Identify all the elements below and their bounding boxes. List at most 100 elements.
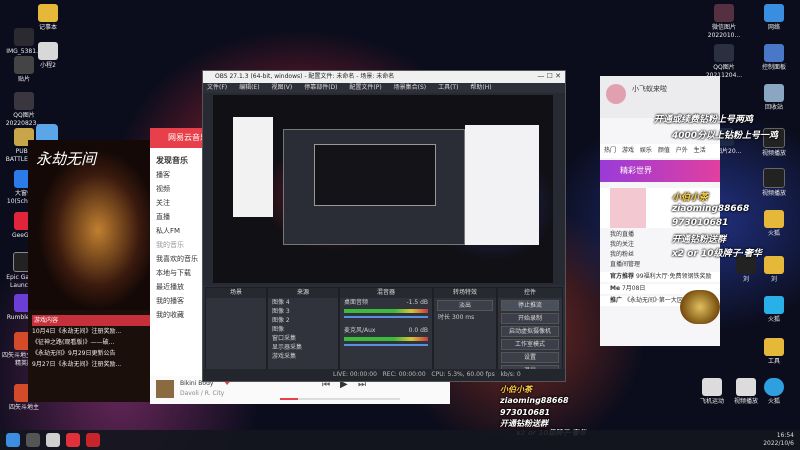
close-icon[interactable]: ✕ bbox=[555, 72, 561, 80]
app-taskbar-icon[interactable] bbox=[86, 433, 100, 447]
netease-music-icon[interactable] bbox=[66, 433, 80, 447]
desktop-icon-qq-img2[interactable]: QQ图片20211204... bbox=[702, 44, 746, 80]
song-artist: Davoli / R. City bbox=[180, 390, 225, 397]
status-kbps: kb/s: 0 bbox=[500, 371, 521, 378]
menu-file[interactable]: 文件(F) bbox=[207, 84, 227, 91]
duration-label: 时长 bbox=[438, 314, 451, 321]
sources-dock: 来源 图像 4 图像 3 图像 2 图像 窗口采集 显示器采集 游戏采集 bbox=[267, 287, 339, 371]
tab-life[interactable]: 生活 bbox=[694, 147, 706, 154]
source-item[interactable]: 图像 4 bbox=[268, 298, 338, 307]
stop-streaming-button[interactable]: 停止推流 bbox=[501, 300, 559, 311]
desktop-icon-tools[interactable]: 工具 bbox=[752, 338, 796, 366]
news-item[interactable]: 9月27日《永劫无间》注册奖励... bbox=[32, 359, 150, 370]
settings-button[interactable]: 设置 bbox=[501, 352, 559, 363]
message-user: 官方推荐 bbox=[610, 273, 635, 280]
promo-banner[interactable]: 精彩世界 bbox=[600, 160, 720, 182]
menu-item[interactable]: 直播间管理 bbox=[600, 260, 720, 270]
obs-docks: 场景 来源 图像 4 图像 3 图像 2 图像 窗口采集 显示器采集 游戏采集 … bbox=[203, 285, 565, 381]
mixer-dock: 混音器 桌面音频 -1.5 dB 麦克风/Aux 0.0 dB bbox=[339, 287, 433, 371]
minimize-icon[interactable]: — bbox=[537, 72, 544, 80]
maximize-icon[interactable]: ☐ bbox=[547, 72, 553, 80]
source-item[interactable]: 图像 3 bbox=[268, 307, 338, 316]
desktop-icon-browser[interactable]: 火狐 bbox=[752, 378, 796, 406]
menu-help[interactable]: 帮助(H) bbox=[470, 84, 491, 91]
menu-tools[interactable]: 工具(T) bbox=[438, 84, 458, 91]
desktop-icon-folder-c[interactable]: 火狐 bbox=[752, 296, 796, 324]
overlay-promo-line: 4000分以上钻粉上号一鸡 bbox=[672, 131, 779, 141]
avatar[interactable] bbox=[606, 84, 626, 104]
tab-game[interactable]: 游戏 bbox=[622, 147, 634, 154]
status-rec: REC: 00:00:00 bbox=[382, 371, 426, 378]
desktop-icon-notepad[interactable]: 记事本 bbox=[26, 4, 70, 32]
tab-hot[interactable]: 热门 bbox=[604, 147, 616, 154]
clock-time: 16:54 bbox=[776, 432, 794, 439]
game-news: 游戏内容 10月4日《永劫无间》注册奖励... 《征神之路(观看版)》——破..… bbox=[32, 315, 150, 370]
source-item[interactable]: 游戏采集 bbox=[268, 352, 338, 361]
game-news-header: 游戏内容 bbox=[32, 315, 150, 326]
music-app-window: 网易云音乐 发现音乐 播客 视频 关注 直播 私人FM 我的音乐 我喜欢的音乐 … bbox=[150, 128, 210, 404]
message-text: 7月08日 bbox=[621, 285, 646, 292]
transition-select[interactable]: 淡出 bbox=[437, 300, 493, 311]
system-clock[interactable]: 16:54 2022/10/6 bbox=[763, 432, 794, 448]
start-recording-button[interactable]: 开始录制 bbox=[501, 313, 559, 324]
sources-dock-header: 来源 bbox=[268, 288, 338, 298]
menu-profile[interactable]: 配置文件(P) bbox=[349, 84, 381, 91]
desktop-icon-video2[interactable]: 视频播放 bbox=[752, 168, 796, 198]
image-file-icon bbox=[714, 4, 734, 22]
scenes-dock-header: 场景 bbox=[206, 288, 266, 298]
progress-fill bbox=[280, 398, 298, 400]
chat-message[interactable]: 官方推荐 99福利大厅·免费领钢铁奖励 bbox=[600, 272, 720, 282]
menu-view[interactable]: 视图(V) bbox=[271, 84, 292, 91]
duration-value[interactable]: 300 ms bbox=[452, 314, 474, 321]
control-panel-icon bbox=[764, 44, 784, 62]
folder-icon bbox=[764, 210, 784, 228]
volume-slider[interactable] bbox=[344, 316, 428, 318]
source-item[interactable]: 显示器采集 bbox=[268, 343, 338, 352]
duration-row: 时长 300 ms bbox=[434, 313, 496, 322]
overlay-promo-line: 开通或续费钻粉上号两鸡 bbox=[654, 115, 754, 125]
source-item[interactable]: 图像 2 bbox=[268, 316, 338, 325]
start-icon[interactable] bbox=[6, 433, 20, 447]
album-cover[interactable] bbox=[156, 380, 174, 398]
desktop-icon-network[interactable]: 网络 bbox=[752, 4, 796, 32]
tab-outdoor[interactable]: 户外 bbox=[676, 147, 688, 154]
desktop-icon-recycle-bin[interactable]: 回收站 bbox=[752, 84, 796, 112]
news-item[interactable]: 《永劫无间》9月29日更新公告 bbox=[32, 348, 150, 359]
menu-docks[interactable]: 停靠部件(D) bbox=[304, 84, 337, 91]
mixer-mic-label: 麦克风/Aux 0.0 dB bbox=[340, 326, 432, 335]
source-item[interactable]: 图像 bbox=[268, 325, 338, 334]
menu-scene-collection[interactable]: 场景集合(S) bbox=[394, 84, 427, 91]
obs-preview[interactable] bbox=[213, 95, 553, 283]
message-text: 《永劫无间》·第一大区... bbox=[623, 297, 689, 304]
tab-ent[interactable]: 娱乐 bbox=[640, 147, 652, 154]
virtual-camera-button[interactable]: 启动虚拟摄像机 bbox=[501, 326, 559, 337]
overlay-donor-bottom: 973010681 bbox=[500, 408, 551, 417]
message-text: 99福利大厅·免费领钢铁奖励 bbox=[635, 273, 712, 280]
overlay-donor: 973010681 bbox=[672, 218, 729, 228]
studio-mode-button[interactable]: 工作室模式 bbox=[501, 339, 559, 350]
source-item[interactable]: 窗口采集 bbox=[268, 334, 338, 343]
clock-date: 2022/10/6 bbox=[763, 440, 794, 447]
mixer-dock-header: 混音器 bbox=[340, 288, 432, 298]
news-item[interactable]: 10月4日《永劫无间》注册奖励... bbox=[32, 326, 150, 337]
window-controls: — ☐ ✕ bbox=[537, 72, 561, 80]
desktop-icon-control-panel[interactable]: 控制面板 bbox=[752, 44, 796, 72]
news-item[interactable]: 《征神之路(观看版)》——破... bbox=[32, 337, 150, 348]
preview-music-window bbox=[233, 117, 273, 217]
desktop-icon-liu[interactable]: 刘 bbox=[724, 256, 768, 284]
settings-gear-icon[interactable] bbox=[26, 433, 40, 447]
volume-meter bbox=[344, 337, 428, 341]
file-explorer-icon[interactable] bbox=[46, 433, 60, 447]
menu-edit[interactable]: 编辑(E) bbox=[239, 84, 259, 91]
desktop-icon-mini[interactable]: 小程2 bbox=[26, 42, 70, 70]
progress-track[interactable] bbox=[280, 398, 400, 400]
video-player-icon bbox=[763, 168, 785, 188]
desktop-icon-wechat-img[interactable]: 微信图片2022010... bbox=[702, 4, 746, 40]
desktop-icon-folder-a[interactable]: 火狐 bbox=[752, 210, 796, 238]
preview-chat-window bbox=[465, 125, 539, 245]
desktop-icon-qq-image[interactable]: QQ图片20220823... bbox=[2, 92, 46, 128]
tab-looks[interactable]: 颜值 bbox=[658, 147, 670, 154]
volume-slider[interactable] bbox=[344, 344, 428, 346]
streamer-thumbnail bbox=[610, 188, 646, 228]
controls-dock-header: 控件 bbox=[498, 288, 562, 298]
